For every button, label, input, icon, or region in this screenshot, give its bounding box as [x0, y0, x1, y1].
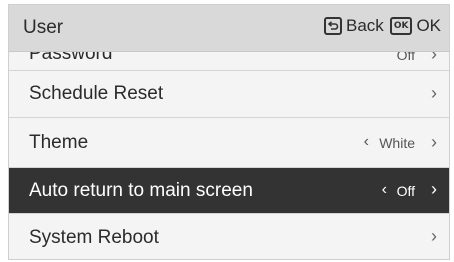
chevron-right-icon[interactable]: ›	[431, 132, 437, 153]
chevron-left-icon[interactable]: ‹	[382, 181, 387, 199]
page-title: User	[23, 17, 64, 38]
menu-item-label: Auto return to main screen	[29, 180, 253, 201]
menu-item-value: White	[379, 135, 415, 151]
ok-button[interactable]: OK OK	[389, 16, 441, 36]
chevron-left-icon[interactable]: ‹	[364, 133, 369, 151]
back-icon	[324, 17, 343, 35]
menu-item-schedule-reset[interactable]: Schedule Reset ›	[9, 71, 449, 118]
menu-item-system-reboot[interactable]: System Reboot ›	[9, 214, 449, 259]
ok-label: OK	[416, 16, 441, 35]
header-bar: User Back OK OK	[9, 5, 449, 52]
menu-item-theme[interactable]: Theme ‹ White ›	[9, 118, 449, 168]
chevron-right-icon: ›	[431, 226, 437, 246]
back-label: Back	[346, 16, 384, 35]
settings-screen: User Back OK OK Password Off › Schedule …	[8, 4, 450, 260]
menu-item-label: Schedule Reset	[29, 83, 164, 104]
menu-item-auto-return[interactable]: Auto return to main screen ‹ Off ›	[9, 168, 449, 214]
ok-icon: OK	[389, 17, 413, 35]
menu-item-value: Off	[396, 183, 415, 199]
menu-item-label: System Reboot	[29, 227, 159, 248]
back-button[interactable]: Back	[324, 16, 384, 36]
chevron-right-icon: ›	[431, 83, 437, 103]
menu-item-label: Theme	[29, 132, 89, 153]
header-actions: Back OK OK	[324, 16, 441, 36]
chevron-right-icon[interactable]: ›	[431, 179, 437, 200]
